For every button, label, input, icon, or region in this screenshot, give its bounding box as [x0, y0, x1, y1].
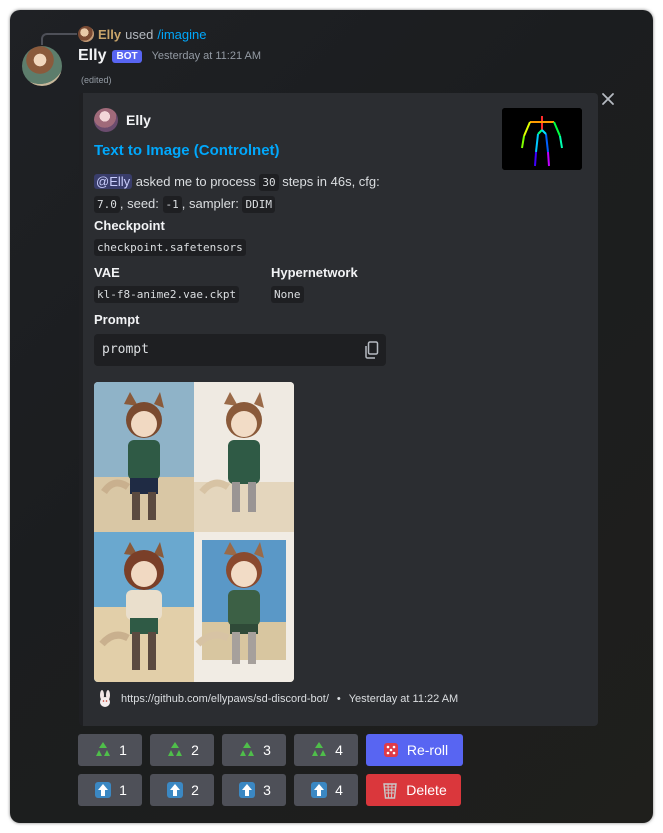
up-arrow-icon	[93, 780, 113, 800]
upscale-button-4[interactable]: 4	[294, 774, 358, 806]
reply-avatar	[78, 26, 94, 42]
variation-button-1[interactable]: 1	[78, 734, 142, 766]
embed-title[interactable]: Text to Image (Controlnet)	[94, 142, 280, 159]
author-name[interactable]: Elly	[78, 47, 106, 65]
reply-used-text: used	[125, 26, 154, 42]
message-header: Elly BOT Yesterday at 11:21 AM	[78, 47, 261, 65]
desc-text-4: , sampler:	[181, 196, 243, 211]
embed-author-name: Elly	[126, 112, 151, 128]
desc-text-1: asked me to process	[132, 174, 260, 189]
footer-bunny-icon	[97, 690, 113, 708]
reply-connector	[41, 33, 77, 45]
footer-time: Yesterday at 11:22 AM	[348, 693, 459, 705]
upscale-button-label: 1	[119, 782, 127, 798]
upscale-button-2[interactable]: 2	[150, 774, 214, 806]
footer-separator: •	[336, 693, 341, 705]
steps-value: 30	[259, 174, 279, 191]
delete-button[interactable]: Delete	[366, 774, 461, 806]
reroll-label: Re-roll	[406, 742, 449, 758]
cfg-value: 7.0	[94, 196, 120, 213]
up-arrow-icon	[237, 780, 257, 800]
timestamp: Yesterday at 11:21 AM	[151, 50, 262, 62]
reply-command[interactable]: /imagine	[157, 27, 206, 42]
copy-icon[interactable]	[364, 341, 380, 359]
field-hypernetwork-name: Hypernetwork	[271, 265, 358, 280]
sampler-value: DDIM	[242, 196, 275, 213]
up-arrow-icon	[309, 780, 329, 800]
recycle-icon	[165, 740, 185, 760]
reply-reference[interactable]: Elly used /imagine	[78, 25, 206, 43]
upscale-button-1[interactable]: 1	[78, 774, 142, 806]
prompt-value: prompt	[102, 342, 149, 357]
recycle-icon	[237, 740, 257, 760]
variation-button-3[interactable]: 3	[222, 734, 286, 766]
variation-button-label: 4	[335, 742, 343, 758]
recycle-icon	[309, 740, 329, 760]
prompt-code-block: prompt	[94, 334, 386, 366]
reroll-button[interactable]: Re-roll	[366, 734, 463, 766]
avatar[interactable]	[22, 46, 62, 86]
user-mention[interactable]: @Elly	[94, 174, 133, 189]
embed-footer: https://github.com/ellypaws/sd-discord-b…	[97, 690, 458, 708]
upscale-button-label: 3	[263, 782, 271, 798]
upscale-button-3[interactable]: 3	[222, 774, 286, 806]
delete-label: Delete	[406, 782, 447, 798]
embed-author: Elly	[94, 108, 151, 132]
up-arrow-icon	[165, 780, 185, 800]
upscale-button-label: 2	[191, 782, 199, 798]
edited-label: (edited)	[81, 75, 112, 85]
footer-url: https://github.com/ellypaws/sd-discord-b…	[121, 693, 329, 705]
variation-button-label: 1	[119, 742, 127, 758]
close-icon[interactable]	[600, 91, 616, 107]
embed-author-avatar	[94, 108, 118, 132]
recycle-icon	[93, 740, 113, 760]
variation-button-label: 2	[191, 742, 199, 758]
variation-button-2[interactable]: 2	[150, 734, 214, 766]
seed-value: -1	[162, 196, 182, 213]
game-die-icon	[381, 740, 401, 760]
field-vae-name: VAE	[94, 265, 120, 280]
variation-button-label: 3	[263, 742, 271, 758]
reply-username[interactable]: Elly	[98, 27, 121, 42]
field-checkpoint-value: checkpoint.safetensors	[94, 239, 246, 256]
upscale-button-label: 4	[335, 782, 343, 798]
field-prompt-name: Prompt	[94, 312, 140, 327]
generated-image-grid[interactable]	[94, 382, 294, 682]
embed-thumbnail-pose[interactable]	[502, 108, 582, 170]
desc-text-2: steps in 46s, cfg:	[278, 174, 380, 189]
desc-text-3: , seed:	[119, 196, 163, 211]
field-checkpoint-name: Checkpoint	[94, 218, 165, 233]
embed-description: @Elly asked me to process 30 steps in 46…	[94, 171, 394, 215]
bot-badge: BOT	[112, 49, 142, 63]
variation-button-4[interactable]: 4	[294, 734, 358, 766]
field-vae-value: kl-f8-anime2.vae.ckpt	[94, 286, 240, 303]
field-hypernetwork-value: None	[271, 286, 304, 303]
wastebasket-icon	[380, 780, 400, 800]
